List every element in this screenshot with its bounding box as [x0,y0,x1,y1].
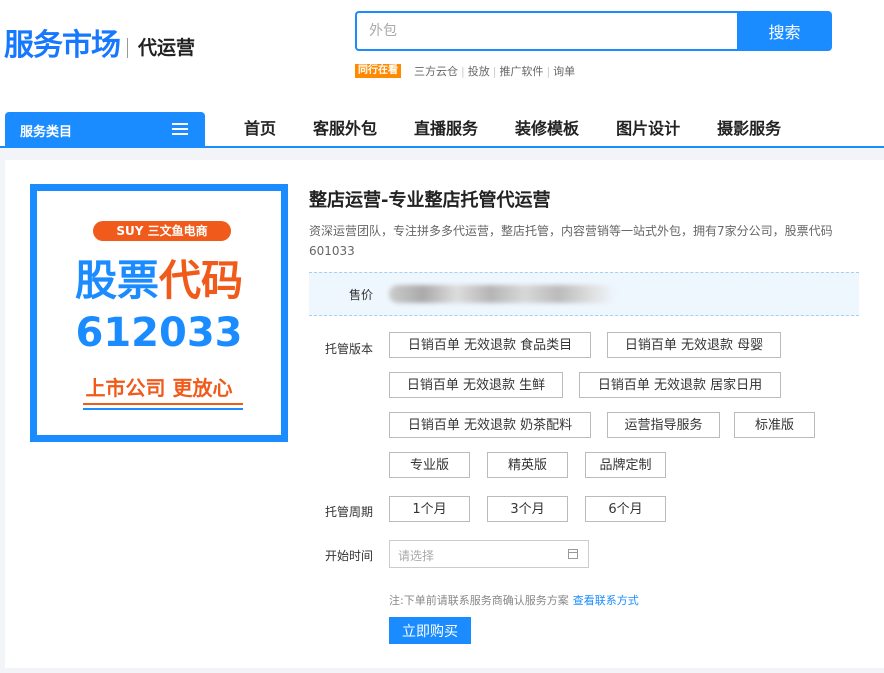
product-title: 整店运营-专业整店托管代运营 [309,190,551,211]
nav-underline [0,146,884,148]
category-label: 服务类目 [20,125,73,140]
price-label: 售价 [349,288,374,302]
version-option[interactable]: 日销百单 无效退款 母婴 [607,332,781,358]
hot-link-cloud-warehouse[interactable]: 三方云仓 [411,63,461,79]
image-headline-part1: 股票 [74,256,159,305]
logo-divider [127,38,128,58]
image-headline-part2: 代码 [159,256,244,305]
search-bar: 搜索 [355,11,832,51]
search-input[interactable] [355,11,761,51]
version-option[interactable]: 品牌定制 [585,452,666,478]
hot-link-ads[interactable]: 投放 [465,63,493,79]
brand-badge: SUY 三文鱼电商 [93,221,231,241]
start-time-label: 开始时间 [324,549,373,563]
image-underline [83,403,243,413]
main-nav: 首页 客服外包 直播服务 装修模板 图片设计 摄影服务 [225,112,799,147]
hot-badge: 同行在看 [355,64,401,78]
period-option[interactable]: 1个月 [389,496,470,522]
version-option[interactable]: 日销百单 无效退款 生鲜 [389,372,563,398]
nav-photography[interactable]: 摄影服务 [698,112,799,147]
product-panel: SUY 三文鱼电商 股票代码 612033 上市公司 更放心 整店运营-专业整店… [5,160,884,668]
version-option[interactable]: 标准版 [734,412,815,438]
image-headline: 股票代码 [37,255,281,307]
start-date-placeholder: 请选择 [398,549,435,563]
image-slogan: 上市公司 更放心 [85,376,233,400]
nav-shop-templates[interactable]: 装修模板 [496,112,597,147]
order-note: 注:下单前请联系服务商确认服务方案 查看联系方式 [389,592,639,608]
hot-link-inquiry[interactable]: 询单 [550,63,578,79]
version-option[interactable]: 精英版 [487,452,568,478]
page-header: 服务市场 代运营 搜索 同行在看 三方云仓 | 投放 | 推广软件 | 询单 服… [0,0,884,148]
site-subtitle[interactable]: 代运营 [138,35,195,61]
nav-live-stream[interactable]: 直播服务 [395,112,496,147]
period-option[interactable]: 3个月 [487,496,568,522]
period-option[interactable]: 6个月 [585,496,666,522]
version-option[interactable]: 日销百单 无效退款 居家日用 [579,372,781,398]
version-option[interactable]: 运营指导服务 [607,412,720,438]
hamburger-icon [172,123,188,135]
product-description: 资深运营团队，专注拼多多代运营，整店托管，内容营销等一站式外包，拥有7家分公司，… [309,224,833,258]
category-menu-button[interactable]: 服务类目 [5,112,205,147]
version-label: 托管版本 [324,342,373,356]
hot-searches: 同行在看 三方云仓 | 投放 | 推广软件 | 询单 [355,63,578,79]
period-label: 托管周期 [324,505,373,519]
search-button[interactable]: 搜索 [737,11,832,51]
view-contact-link[interactable]: 查看联系方式 [573,594,639,607]
price-value-blurred [389,285,615,303]
version-option[interactable]: 日销百单 无效退款 食品类目 [389,332,591,358]
price-row: 售价 [309,272,859,316]
image-stock-code: 612033 [75,310,243,356]
order-note-text: 注:下单前请联系服务商确认服务方案 [389,594,569,607]
version-option[interactable]: 专业版 [389,452,470,478]
start-date-picker[interactable]: 请选择 [389,540,589,568]
product-image[interactable]: SUY 三文鱼电商 股票代码 612033 上市公司 更放心 [30,184,288,442]
version-option[interactable]: 日销百单 无效退款 奶茶配料 [389,412,591,438]
site-logo[interactable]: 服务市场 [4,28,121,64]
calendar-icon [568,549,578,559]
nav-image-design[interactable]: 图片设计 [597,112,698,147]
buy-now-button[interactable]: 立即购买 [389,617,471,644]
hot-link-promo-software[interactable]: 推广软件 [496,63,546,79]
nav-home[interactable]: 首页 [225,112,294,147]
nav-customer-service[interactable]: 客服外包 [294,112,395,147]
